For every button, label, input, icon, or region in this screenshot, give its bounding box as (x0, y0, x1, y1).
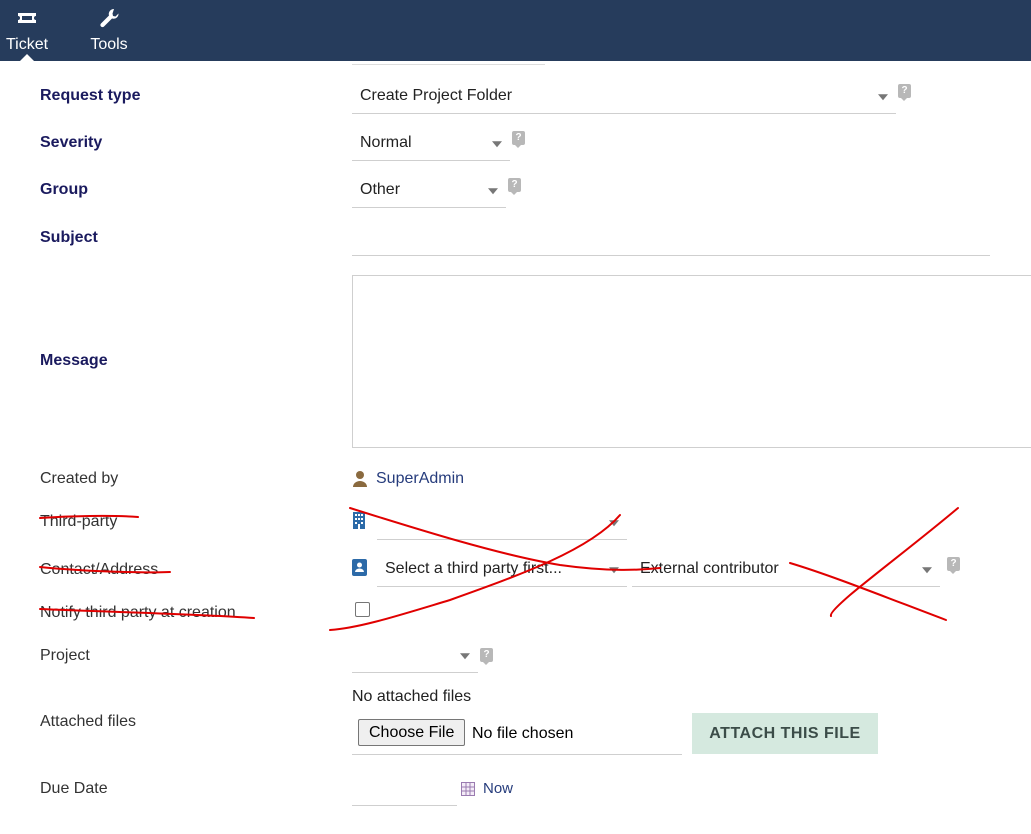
created-by-value: SuperAdmin (376, 470, 465, 487)
message-label: Message (40, 352, 108, 369)
now-label: Now (483, 780, 514, 797)
chevron-down-icon (460, 652, 470, 659)
choose-file-button[interactable]: Choose File (358, 719, 466, 746)
attached-files-status: No attached files (352, 688, 472, 705)
user-icon (353, 471, 367, 487)
project-select[interactable] (352, 637, 478, 673)
contact-role-value: External contributor (640, 559, 779, 577)
active-tab-caret (20, 54, 34, 61)
created-by-label: Created by (40, 470, 119, 487)
attach-file-button[interactable]: ATTACH THIS FILE (692, 713, 878, 754)
address-book-icon (352, 559, 367, 576)
contact-address-value: Select a third party first... (385, 559, 562, 577)
notify-label: Notify third party at creation (40, 604, 236, 621)
nav-tools-label: Tools (90, 36, 128, 53)
help-icon[interactable]: ? (480, 648, 493, 665)
severity-select[interactable]: Normal (352, 125, 510, 161)
chevron-down-icon (488, 187, 498, 194)
request-type-label: Request type (40, 87, 141, 104)
chevron-down-icon (609, 566, 619, 573)
due-date-label: Due Date (40, 780, 108, 797)
nav-ticket[interactable]: Ticket (0, 0, 54, 61)
help-icon[interactable]: ? (947, 557, 960, 574)
field-underline (352, 64, 545, 65)
chevron-down-icon (922, 566, 932, 573)
help-icon[interactable]: ? (508, 178, 521, 195)
chevron-down-icon (878, 93, 888, 100)
ticket-icon (18, 13, 36, 23)
file-chosen-text: No file chosen (472, 725, 574, 742)
chevron-down-icon (609, 519, 619, 526)
help-icon[interactable]: ? (512, 131, 525, 148)
third-party-select[interactable] (377, 504, 627, 540)
project-label: Project (40, 647, 90, 664)
group-select[interactable]: Other (352, 172, 506, 208)
severity-label: Severity (40, 134, 103, 151)
message-textarea[interactable] (352, 275, 1031, 448)
chevron-down-icon (492, 140, 502, 147)
contact-address-label: Contact/Address (40, 561, 159, 578)
subject-input[interactable] (352, 220, 990, 256)
subject-label: Subject (40, 229, 98, 246)
attached-files-label: Attached files (40, 713, 137, 730)
building-icon (353, 512, 365, 529)
help-icon[interactable]: ? (898, 84, 911, 101)
file-input-wrapper: Choose File No file chosen (352, 714, 682, 755)
contact-role-select[interactable]: External contributor (632, 551, 940, 587)
calendar-icon (461, 782, 475, 796)
top-nav-bar: Ticket Tools (0, 0, 1031, 61)
wrench-icon (100, 8, 119, 28)
group-value: Other (360, 180, 401, 198)
contact-address-select[interactable]: Select a third party first... (377, 551, 627, 587)
due-date-input[interactable] (352, 770, 457, 806)
request-type-select[interactable]: Create Project Folder (352, 78, 896, 114)
notify-checkbox[interactable] (355, 602, 370, 617)
group-label: Group (40, 181, 88, 198)
severity-value: Normal (360, 133, 412, 151)
nav-ticket-label: Ticket (5, 36, 49, 53)
request-type-value: Create Project Folder (360, 86, 513, 104)
nav-tools[interactable]: Tools (84, 0, 134, 61)
third-party-label: Third-party (40, 513, 118, 530)
